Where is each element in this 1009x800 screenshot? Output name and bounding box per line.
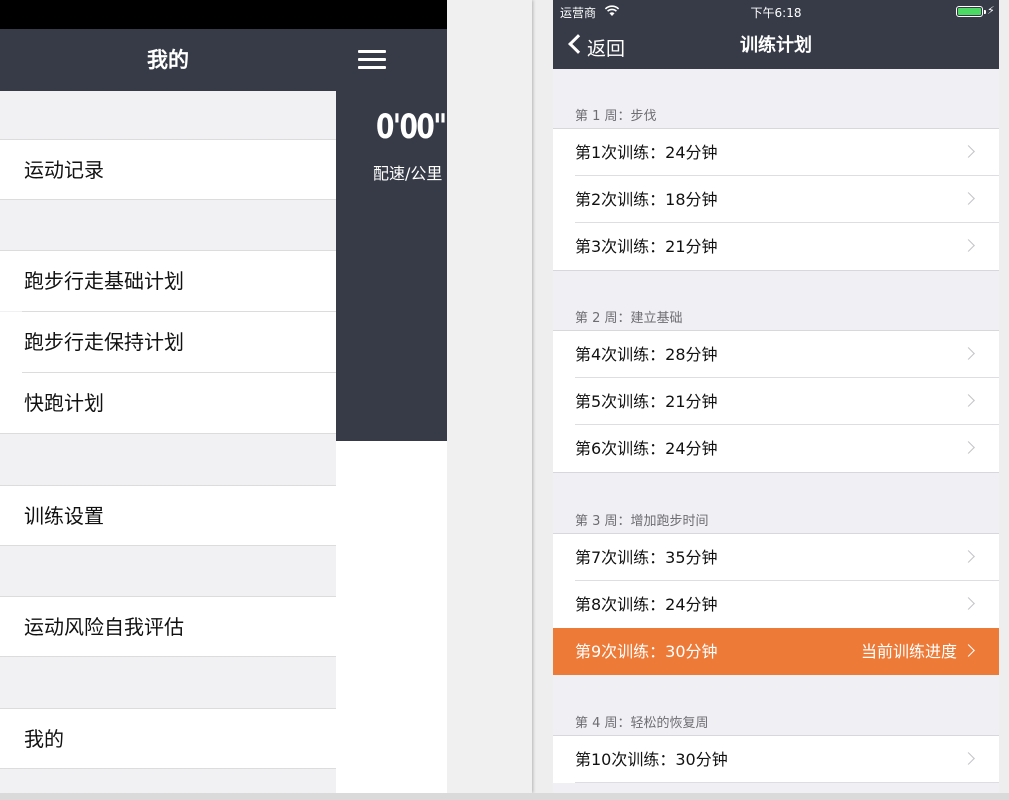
status-bar: 运营商 下午6:18 ⚡ <box>553 0 999 22</box>
menu-item-label: 跑步行走基础计划 <box>24 269 184 293</box>
status-time: 下午6:18 <box>750 6 802 20</box>
left-simulator-window: 我的 运动记录 跑步行走基础计划 跑步行走保持计划 快跑计划 训练设置 运动风险… <box>0 0 532 793</box>
chevron-right-icon <box>962 644 975 657</box>
workout-row-6[interactable]: 第6次训练：24分钟 <box>553 425 999 472</box>
section-header: 第 4 周：轻松的恢复周 <box>575 716 709 731</box>
chevron-right-icon <box>962 752 975 765</box>
workout-row-2[interactable]: 第2次训练：18分钟 <box>553 176 999 223</box>
chevron-right-icon <box>962 441 975 454</box>
section-header: 第 3 周：增加跑步时间 <box>575 514 709 529</box>
workout-label: 第1次训练：24分钟 <box>575 143 718 162</box>
menu-item-label: 我的 <box>24 727 64 751</box>
ios-simulator: 运营商 下午6:18 ⚡ 训练计划 返回 第 1 周：步伐 第1次训练：24分钟… <box>553 0 999 800</box>
menu-item-workout-records[interactable]: 运动记录 <box>0 139 336 200</box>
section-header: 第 1 周：步伐 <box>575 109 657 124</box>
pace-value: 0'00" <box>376 107 447 147</box>
divider <box>553 472 999 473</box>
menu-item-label: 运动记录 <box>24 158 104 182</box>
nav-title: 我的 <box>147 48 189 72</box>
navigation-bar: 我的 <box>0 29 447 91</box>
navigation-bar: 训练计划 返回 <box>553 22 999 69</box>
current-progress-label: 当前训练进度 <box>860 642 957 661</box>
back-label: 返回 <box>587 38 626 60</box>
charging-icon: ⚡ <box>987 4 995 17</box>
workout-label: 第4次训练：28分钟 <box>575 345 718 364</box>
workout-row-7[interactable]: 第7次训练：35分钟 <box>553 534 999 581</box>
workout-row-5[interactable]: 第5次训练：21分钟 <box>553 378 999 425</box>
menu-item-label: 运动风险自我评估 <box>24 615 184 639</box>
section-header: 第 2 周：建立基础 <box>575 311 683 326</box>
chevron-right-icon <box>962 239 975 252</box>
menu-item-run-walk-basic-plan[interactable]: 跑步行走基础计划 <box>0 250 336 311</box>
chevron-right-icon <box>962 192 975 205</box>
status-bar <box>0 0 447 29</box>
menu-item-run-walk-maintain-plan[interactable]: 跑步行走保持计划 <box>0 311 336 373</box>
chevron-right-icon <box>962 550 975 563</box>
pace-label: 配速/公里 <box>373 164 443 183</box>
menu-item-label: 快跑计划 <box>24 391 104 415</box>
chevron-right-icon <box>962 347 975 360</box>
divider <box>553 270 999 271</box>
pace-panel: 0'00" 配速/公里 <box>336 91 447 441</box>
workout-label: 第10次训练：30分钟 <box>575 750 728 769</box>
desktop-strip <box>0 793 1009 800</box>
divider <box>575 782 999 783</box>
menu-item-label: 训练设置 <box>24 504 104 528</box>
workout-label: 第7次训练：35分钟 <box>575 548 718 567</box>
chevron-right-icon <box>962 394 975 407</box>
workout-label: 第8次训练：24分钟 <box>575 595 718 614</box>
workout-label: 第9次训练：30分钟 <box>575 642 718 661</box>
workout-label: 第3次训练：21分钟 <box>575 237 718 256</box>
workout-label: 第2次训练：18分钟 <box>575 190 718 209</box>
window-margin <box>447 0 532 793</box>
workout-row-9-current[interactable]: 第9次训练：30分钟 当前训练进度 <box>553 628 999 675</box>
workout-row-4[interactable]: 第4次训练：28分钟 <box>553 331 999 378</box>
menu-item-training-settings[interactable]: 训练设置 <box>0 485 336 546</box>
menu-item-risk-self-assessment[interactable]: 运动风险自我评估 <box>0 596 336 657</box>
hamburger-menu-icon[interactable] <box>356 46 388 74</box>
menu-item-label: 跑步行走保持计划 <box>24 330 184 354</box>
workout-row-1[interactable]: 第1次训练：24分钟 <box>553 129 999 176</box>
workout-row-10[interactable]: 第10次训练：30分钟 <box>553 736 999 783</box>
workout-row-8[interactable]: 第8次训练：24分钟 <box>553 581 999 628</box>
chevron-right-icon <box>962 145 975 158</box>
battery-icon <box>956 6 986 17</box>
workout-row-3[interactable]: 第3次训练：21分钟 <box>553 223 999 270</box>
content-area <box>336 441 447 793</box>
workout-label: 第6次训练：24分钟 <box>575 439 718 458</box>
workout-label: 第5次训练：21分钟 <box>575 392 718 411</box>
menu-item-fast-run-plan[interactable]: 快跑计划 <box>0 372 336 434</box>
menu-item-my-profile[interactable]: 我的 <box>0 708 336 769</box>
chevron-right-icon <box>962 597 975 610</box>
